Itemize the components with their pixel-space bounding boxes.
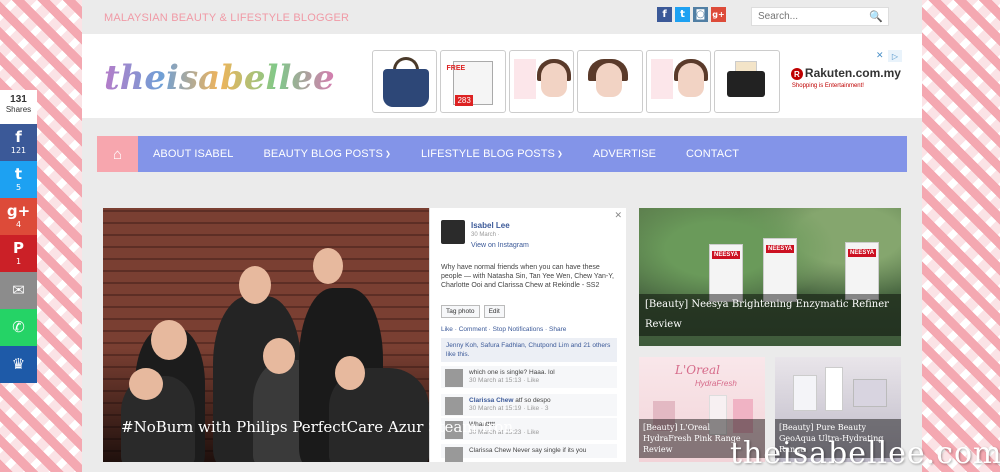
nav-label: CONTACT — [686, 148, 740, 160]
fb-comment-meta: 30 March at 15:13 · Like — [469, 377, 540, 384]
pinterest-share-button[interactable]: P 1 — [0, 235, 37, 272]
twitter-icon: t — [14, 165, 23, 183]
edit-button[interactable]: Edit — [483, 305, 505, 318]
facebook-icon: f — [15, 128, 22, 146]
share-count-twitter: 5 — [15, 183, 22, 192]
share-total-label: Shares — [5, 105, 32, 114]
fb-actions[interactable]: Like · Comment · Stop Notifications · Sh… — [441, 326, 566, 333]
content-area: ✕ Isabel Lee 30 March · View on Instagra… — [82, 186, 922, 472]
fb-comment-text: Clarissa Chew Never say single if its yo… — [469, 447, 587, 454]
pinterest-icon: P — [13, 239, 24, 257]
featured-post[interactable]: ✕ Isabel Lee 30 March · View on Instagra… — [103, 208, 626, 462]
facebook-icon[interactable]: f — [657, 7, 672, 22]
product-image: NEESYA — [763, 238, 797, 302]
page: MALAYSIAN BEAUTY & LIFESTYLE BLOGGER f t… — [82, 0, 922, 472]
nav-label: LIFESTYLE BLOG POSTS — [420, 148, 555, 160]
top-bar: MALAYSIAN BEAUTY & LIFESTYLE BLOGGER f t… — [82, 0, 922, 34]
share-total: 131 — [10, 94, 27, 105]
fb-buttons: Tag photo Edit — [441, 305, 505, 318]
ad-tile-model-1[interactable] — [508, 50, 575, 113]
adchoices-icon[interactable]: ▷ — [888, 50, 902, 62]
ad-close-icon[interactable]: ✕ — [876, 50, 886, 62]
whatsapp-share-button[interactable]: ✆ — [0, 309, 37, 346]
close-icon[interactable]: ✕ — [614, 210, 622, 221]
nav-contact[interactable]: CONTACT — [671, 136, 754, 172]
site-tagline: MALAYSIAN BEAUTY & LIFESTYLE BLOGGER — [104, 12, 350, 24]
site-header: theisabellee FREE 283 R Rakuten.com.my S… — [82, 34, 922, 118]
chevron-down-icon: ❯ — [384, 151, 391, 158]
fb-author-name[interactable]: Isabel Lee — [471, 221, 510, 230]
floating-share-bar: 131 Shares f 121 t 5 g+ 4 P 1 ✉ ✆ ♛ — [0, 90, 37, 383]
ad-tile-bag[interactable] — [372, 50, 438, 113]
nav-lifestyle-blog-posts[interactable]: LIFESTYLE BLOG POSTS ❯ — [406, 136, 578, 172]
instagram-icon[interactable]: ◙ — [693, 7, 708, 22]
ad-free-label: FREE — [446, 65, 466, 72]
fb-comment-text: atf so despo — [513, 397, 551, 404]
post-card-title[interactable]: [Beauty] Neesya Brightening Enzymatic Re… — [639, 294, 901, 336]
share-count-pinterest: 1 — [15, 257, 22, 266]
crown-icon: ♛ — [11, 355, 26, 373]
fb-comment: which one is single? Haaa. lol 30 March … — [441, 366, 617, 388]
site-watermark: theisabellee.com — [730, 436, 1000, 471]
fb-instagram-link[interactable]: View on Instagram — [471, 242, 529, 249]
twitter-share-button[interactable]: t 5 — [0, 161, 37, 198]
ad-tile-product[interactable]: FREE 283 — [440, 50, 506, 113]
post-card-neesya[interactable]: NEESYA NEESYA NEESYA [Beauty] Neesya Bri… — [639, 208, 901, 346]
avatar — [445, 447, 463, 462]
loreal-subbrand: HydraFresh — [695, 379, 737, 388]
nav-advertise[interactable]: ADVERTISE — [578, 136, 671, 172]
fb-post-date: 30 March · — [471, 232, 500, 238]
nav-label: ABOUT ISABEL — [153, 148, 234, 160]
nav-label: ADVERTISE — [592, 148, 657, 160]
google-plus-share-button[interactable]: g+ 4 — [0, 198, 37, 235]
search-icon[interactable]: 🔍 — [868, 8, 884, 24]
share-count-google-plus: 4 — [15, 220, 22, 229]
email-share-button[interactable]: ✉ — [0, 272, 37, 309]
nav-about-isabel[interactable]: ABOUT ISABEL — [138, 136, 248, 172]
main-nav: ⌂ ABOUT ISABEL BEAUTY BLOG POSTS ❯ LIFEST… — [97, 136, 907, 172]
nav-label: BEAUTY BLOG POSTS — [263, 148, 383, 160]
featured-post-title[interactable]: #NoBurn with Philips PerfectCare Azur St… — [121, 418, 513, 436]
fb-comment: Clarissa Chew atf so despo 30 March at 1… — [441, 394, 617, 416]
fb-likes: Jenny Koh, Safura Fadhlan, Chutpond Lim … — [441, 338, 617, 362]
loreal-brand: L'Oreal — [675, 363, 720, 377]
avatar — [445, 397, 463, 415]
fb-comment-meta: 30 March at 15:19 · Like · 3 — [469, 405, 549, 412]
ad-price: 283 — [455, 95, 473, 106]
ad-tile-printer[interactable] — [714, 50, 780, 113]
ad-banner[interactable]: FREE 283 R Rakuten.com.my Shopping is En… — [372, 50, 902, 116]
rakuten-tagline: Shopping is Entertainment! — [791, 83, 864, 89]
share-count-facebook: 121 — [10, 146, 27, 155]
ad-tile-model-3[interactable] — [645, 50, 712, 113]
social-links: f t ◙ g+ — [657, 7, 726, 22]
nav-beauty-blog-posts[interactable]: BEAUTY BLOG POSTS ❯ — [248, 136, 405, 172]
tag-photo-button[interactable]: Tag photo — [441, 305, 480, 318]
chevron-down-icon: ❯ — [556, 151, 563, 158]
twitter-icon[interactable]: t — [675, 7, 690, 22]
facebook-share-button[interactable]: f 121 — [0, 124, 37, 161]
share-count: 131 Shares — [0, 90, 37, 124]
rakuten-logo-icon: R — [790, 68, 803, 80]
product-image: NEESYA — [845, 242, 879, 300]
fb-comment-author[interactable]: Clarissa Chew — [469, 397, 513, 404]
avatar — [445, 369, 463, 387]
email-icon: ✉ — [12, 281, 25, 299]
fb-post-text: Why have normal friends when you can hav… — [441, 264, 614, 289]
ad-tile-model-2[interactable] — [577, 50, 643, 113]
sumo-share-button[interactable]: ♛ — [0, 346, 37, 383]
fb-comment-text: which one is single? Haaa. lol — [469, 369, 555, 376]
avatar[interactable] — [441, 220, 465, 244]
google-plus-icon[interactable]: g+ — [711, 7, 726, 22]
home-icon[interactable]: ⌂ — [97, 136, 138, 172]
google-plus-icon: g+ — [6, 202, 31, 220]
site-logo[interactable]: theisabellee — [104, 58, 335, 98]
rakuten-brand: Rakuten.com.my — [804, 66, 901, 80]
fb-comment: Clarissa Chew Never say single if its yo… — [441, 444, 617, 462]
whatsapp-icon: ✆ — [12, 318, 25, 336]
